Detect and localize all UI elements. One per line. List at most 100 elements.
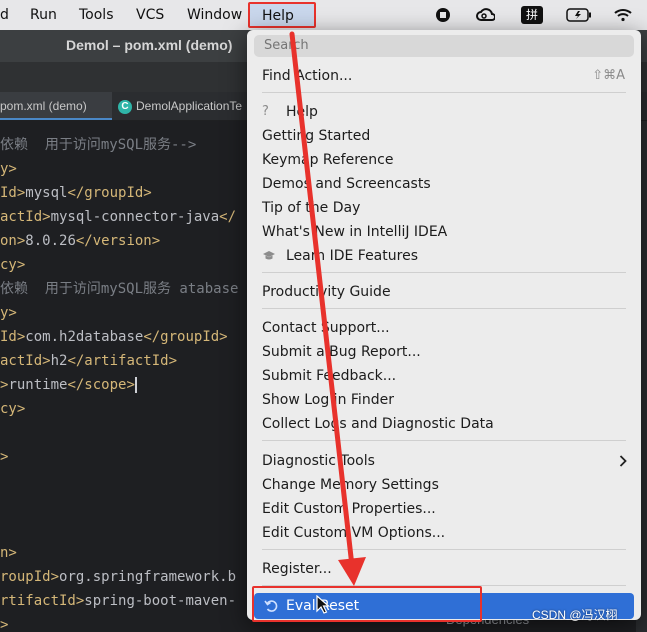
code-line: rtifactId>spring-boot-maven- xyxy=(0,589,236,613)
code-comment: 依赖 用于访问mySQL服务--> xyxy=(0,137,197,153)
macos-menu-bar: d Run Tools VCS Window Help 拼 xyxy=(0,0,647,30)
tab-demol-application-test-label: DemolApplicationTe xyxy=(136,99,243,113)
menu-find-action-shortcut: ⇧⌘A xyxy=(592,68,625,83)
code-text: spring-boot-maven- xyxy=(84,593,237,609)
menu-productivity-guide-label: Productivity Guide xyxy=(262,284,391,300)
code-xml-tag: y> xyxy=(0,305,17,321)
code-line: > xyxy=(0,613,8,632)
code-text: runtime xyxy=(8,377,68,393)
question-mark-icon: ? xyxy=(262,104,269,119)
creative-cloud-icon[interactable] xyxy=(474,5,496,25)
code-xml-tag: rtifactId> xyxy=(0,593,85,609)
menu-edit-custom-properties[interactable]: Edit Custom Properties... xyxy=(247,497,641,521)
menu-contact-support[interactable]: Contact Support... xyxy=(247,316,641,340)
code-line: y> xyxy=(0,301,17,325)
menu-diagnostic-tools[interactable]: Diagnostic Tools xyxy=(247,449,641,473)
menu-learn-ide-features[interactable]: Learn IDE Features xyxy=(247,244,641,268)
menu-help[interactable]: Help xyxy=(248,2,316,28)
menu-register-label: Register... xyxy=(262,561,332,577)
input-method-label: 拼 xyxy=(521,6,543,24)
code-line: > xyxy=(0,445,8,469)
tab-demol-application-test[interactable]: C DemolApplicationTe xyxy=(118,92,242,120)
menu-run[interactable]: Run xyxy=(30,6,57,24)
code-xml-tag: </groupId> xyxy=(67,185,152,201)
code-xml-tag: actId> xyxy=(0,353,51,369)
code-line: cy> xyxy=(0,253,25,277)
menu-whats-new[interactable]: What's New in IntelliJ IDEA xyxy=(247,220,641,244)
wifi-icon[interactable] xyxy=(612,5,634,25)
chevron-right-icon xyxy=(619,449,627,473)
code-xml-tag: cy> xyxy=(0,257,26,273)
code-line: Id>mysql</groupId> xyxy=(0,181,152,205)
menu-keymap-reference[interactable]: Keymap Reference xyxy=(247,148,641,172)
code-line: 依赖 用于访问mySQL服务--> xyxy=(0,133,196,157)
help-search-input[interactable] xyxy=(254,35,634,57)
menu-diagnostic-tools-label: Diagnostic Tools xyxy=(262,453,375,469)
menu-submit-feedback-label: Submit Feedback... xyxy=(262,368,397,384)
tab-pom-xml-label: pom.xml (demo) xyxy=(0,99,87,113)
code-xml-tag: </scope> xyxy=(67,377,135,393)
code-line: 依赖 用于访问mySQL服务 atabase xyxy=(0,277,238,301)
code-line: >runtime</scope> xyxy=(0,373,137,397)
code-text: mysql xyxy=(25,185,68,201)
menu-learn-ide-features-label: Learn IDE Features xyxy=(286,248,418,264)
menu-show-log-in-finder[interactable]: Show Log in Finder xyxy=(247,388,641,412)
menu-edit-custom-properties-label: Edit Custom Properties... xyxy=(262,501,436,517)
code-line: Id>com.h2database</groupId> xyxy=(0,325,228,349)
menu-tools[interactable]: Tools xyxy=(79,6,114,24)
code-xml-tag: y> xyxy=(0,161,17,177)
code-line: n> xyxy=(0,541,17,565)
code-xml-tag: on> xyxy=(0,233,26,249)
menu-vcs[interactable]: VCS xyxy=(136,6,164,24)
code-xml-tag: </artifactId> xyxy=(67,353,178,369)
menu-tip-of-the-day[interactable]: Tip of the Day xyxy=(247,196,641,220)
java-class-icon: C xyxy=(118,99,132,114)
graduation-cap-icon xyxy=(262,244,276,268)
code-line: on>8.0.26</version> xyxy=(0,229,160,253)
menu-separator xyxy=(262,308,626,309)
code-xml-tag: Id> xyxy=(0,329,26,345)
code-xml-tag: </ xyxy=(219,209,237,225)
code-text: org.springframework.b xyxy=(59,569,237,585)
menu-edit-custom-vm-options[interactable]: Edit Custom VM Options... xyxy=(247,521,641,545)
menu-help-label: Help xyxy=(262,8,294,24)
code-text: h2 xyxy=(50,353,68,369)
menu-register[interactable]: Register... xyxy=(247,557,641,581)
menu-demos-screencasts[interactable]: Demos and Screencasts xyxy=(247,172,641,196)
input-method-icon[interactable]: 拼 xyxy=(520,5,544,25)
menu-help-item[interactable]: ? Help xyxy=(247,100,641,124)
code-text: mysql-connector-java xyxy=(50,209,220,225)
code-comment: 依赖 用于访问mySQL服务 atabase xyxy=(0,281,239,297)
menu-contact-support-label: Contact Support... xyxy=(262,320,390,336)
menu-whats-new-label: What's New in IntelliJ IDEA xyxy=(262,224,448,240)
help-dropdown-menu: Find Action... ⇧⌘A ? Help Getting Starte… xyxy=(247,30,641,620)
menu-edit-custom-vm-options-label: Edit Custom VM Options... xyxy=(262,525,446,541)
code-xml-tag: > xyxy=(0,617,9,632)
menu-change-memory-settings[interactable]: Change Memory Settings xyxy=(247,473,641,497)
text-caret xyxy=(134,377,137,393)
code-line: roupId>org.springframework.b xyxy=(0,565,236,589)
code-text: 8.0.26 xyxy=(25,233,76,249)
watermark-text: CSDN @冯汉栩 xyxy=(532,608,618,622)
menu-productivity-guide[interactable]: Productivity Guide xyxy=(247,280,641,304)
tab-pom-xml[interactable]: pom.xml (demo) xyxy=(0,92,112,120)
menu-find-action-label: Find Action... xyxy=(262,68,353,84)
menu-separator xyxy=(262,272,626,273)
menu-file-fragment[interactable]: d xyxy=(0,6,9,24)
menu-keymap-reference-label: Keymap Reference xyxy=(262,152,394,168)
menu-submit-feedback[interactable]: Submit Feedback... xyxy=(247,364,641,388)
menu-window[interactable]: Window xyxy=(187,6,242,24)
code-line: y> xyxy=(0,157,17,181)
menu-help-item-label: Help xyxy=(286,104,318,120)
menu-getting-started[interactable]: Getting Started xyxy=(247,124,641,148)
menu-separator xyxy=(262,92,626,93)
menu-find-action[interactable]: Find Action... ⇧⌘A xyxy=(247,64,641,88)
menu-submit-bug-report[interactable]: Submit a Bug Report... xyxy=(247,340,641,364)
stop-icon[interactable] xyxy=(432,5,454,25)
window-title: Demol – pom.xml (demo) xyxy=(66,37,233,53)
menu-collect-logs[interactable]: Collect Logs and Diagnostic Data xyxy=(247,412,641,436)
battery-icon[interactable] xyxy=(566,5,592,25)
menu-change-memory-settings-label: Change Memory Settings xyxy=(262,477,439,493)
code-xml-tag: n> xyxy=(0,545,17,561)
eval-reset-highlight-box xyxy=(252,586,482,622)
